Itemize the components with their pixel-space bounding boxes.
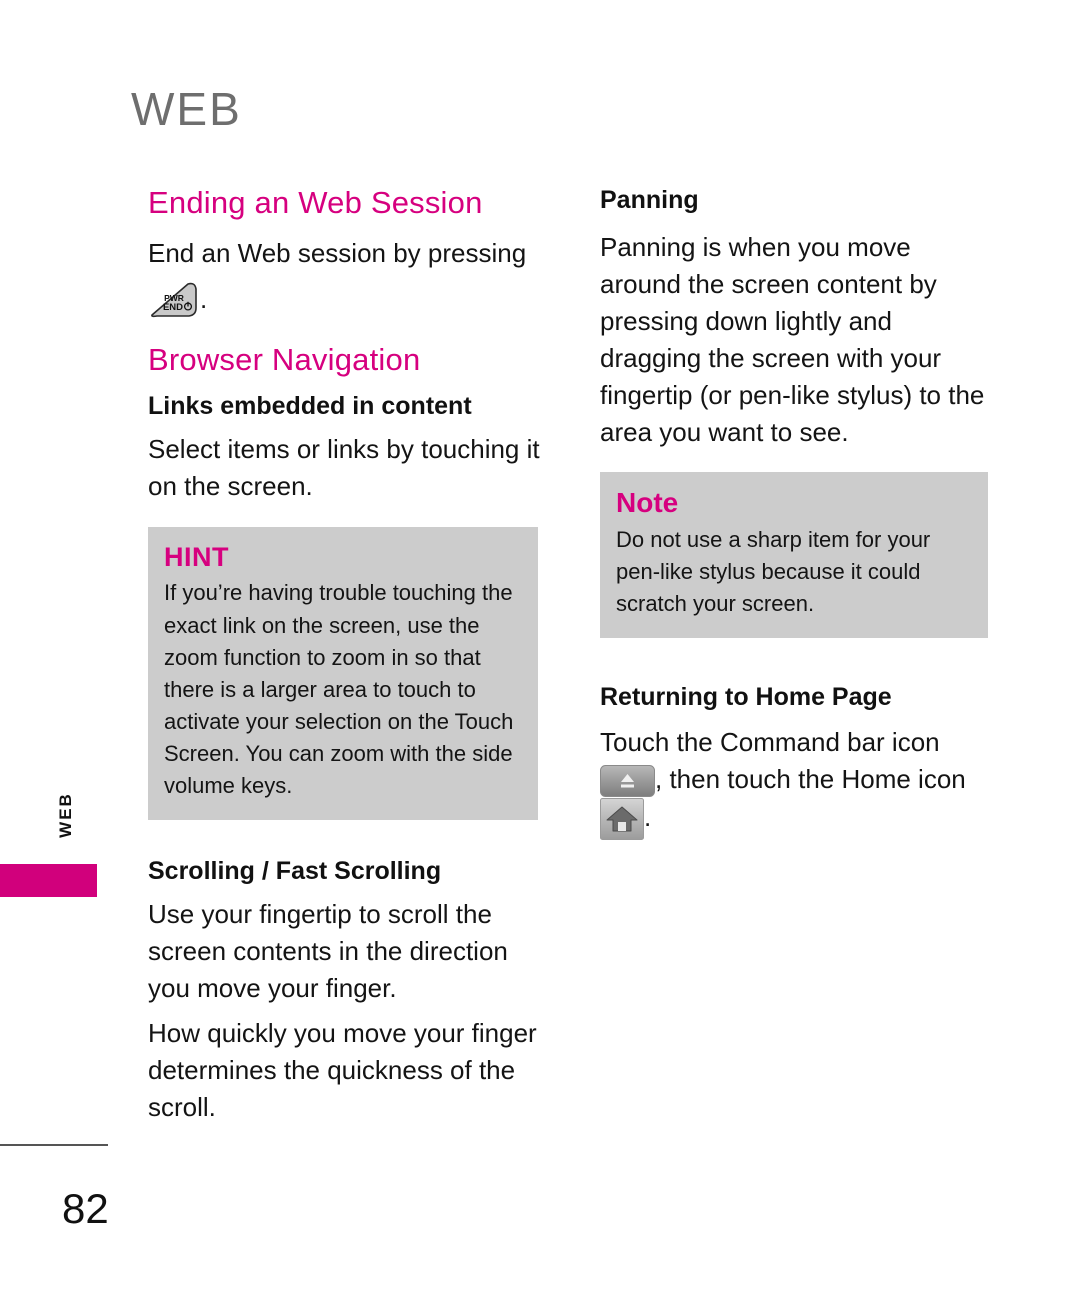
- returning-home-line-3: .: [644, 802, 652, 833]
- side-tab-label: WEB: [56, 792, 76, 838]
- hint-label: HINT: [164, 542, 229, 572]
- scrolling-paragraph-2: How quickly you move your finger determi…: [148, 1017, 537, 1122]
- hint-text: If you’re having trouble touching the ex…: [164, 580, 514, 799]
- note-callout-box: Note Do not use a sharp item for your pe…: [600, 472, 988, 639]
- returning-home-line-2: , then touch the Home icon: [655, 764, 966, 795]
- pwr-end-key-icon: PWR END: [148, 280, 200, 320]
- subheading-panning: Panning: [600, 186, 699, 214]
- subheading-links-embedded: Links embedded in content: [148, 392, 472, 421]
- links-embedded-body: Select items or links by touching it on …: [148, 434, 540, 502]
- page-title: WEB: [131, 83, 242, 135]
- returning-home-line-1: Touch the Command bar icon: [600, 727, 940, 758]
- subheading-returning-home: Returning to Home Page: [600, 683, 892, 712]
- returning-home-instructions: Touch the Command bar icon , then touch …: [600, 724, 992, 841]
- panning-body: Panning is when you move around the scre…: [600, 232, 985, 447]
- ending-session-period: .: [200, 284, 208, 315]
- left-column: Ending an Web Session End an Web session…: [148, 185, 540, 1134]
- home-icon: [600, 798, 644, 841]
- note-text: Do not use a sharp item for your pen-lik…: [616, 527, 931, 617]
- svg-text:END: END: [163, 302, 183, 313]
- hint-callout-box: HINT If you’re having trouble touching t…: [148, 527, 538, 821]
- side-accent-bar: [0, 864, 97, 897]
- pwr-end-key-row: PWR END .: [148, 280, 540, 320]
- heading-browser-navigation: Browser Navigation: [148, 341, 421, 377]
- heading-ending-web-session: Ending an Web Session: [148, 185, 483, 220]
- command-bar-icon: [600, 765, 655, 798]
- footer-rule: [0, 1144, 108, 1146]
- note-label: Note: [616, 487, 679, 519]
- subheading-scrolling: Scrolling / Fast Scrolling: [148, 857, 442, 886]
- scrolling-paragraph-1: Use your fingertip to scroll the screen …: [148, 899, 508, 1003]
- page-number: 82: [62, 1185, 109, 1232]
- right-column: Panning Panning is when you move around …: [600, 185, 992, 841]
- ending-session-instruction: End an Web session by pressing: [148, 237, 527, 268]
- side-tab-web: WEB: [46, 770, 86, 860]
